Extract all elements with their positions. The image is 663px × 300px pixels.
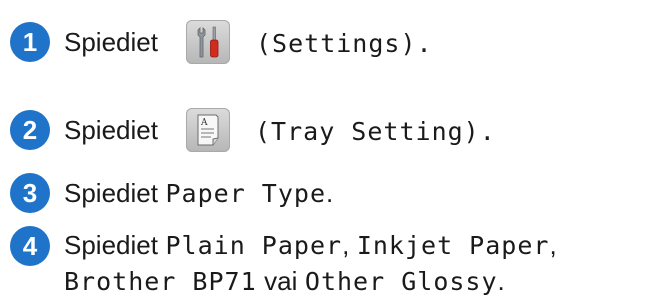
step-number-badge: 3 (10, 173, 50, 213)
option-inkjet-paper: Inkjet Paper (356, 231, 550, 260)
step-number-badge: 2 (10, 110, 50, 150)
option-brother-bp71: Brother BP71 (64, 267, 257, 296)
tray-setting-label: (Tray Setting). (255, 117, 496, 146)
punctuation: . (497, 266, 505, 296)
settings-button[interactable] (186, 20, 230, 64)
punctuation: , (342, 230, 350, 260)
step-text: Spiediet (64, 27, 158, 57)
step-text: Spiediet (64, 115, 158, 145)
settings-tools-icon (197, 26, 219, 58)
step-text-line-continued: Brother BP71 vai Other Glossy. (64, 264, 505, 299)
step-number-badge: 4 (10, 226, 50, 266)
option-paper-type: Paper Type (165, 179, 326, 208)
settings-label: (Settings). (256, 29, 433, 58)
conjunction: vai (264, 266, 298, 296)
punctuation: , (549, 230, 557, 260)
step-text: Spiediet (64, 230, 158, 260)
tray-setting-button[interactable]: A (186, 108, 230, 152)
option-plain-paper: Plain Paper (165, 231, 343, 260)
tray-setting-icon: A (197, 114, 219, 146)
step-number-badge: 1 (10, 22, 50, 62)
svg-text:A: A (200, 118, 208, 128)
step-text-line: Spiediet Paper Type. (64, 176, 333, 211)
step-text-line: Spiediet Plain Paper, Inkjet Paper, (64, 228, 557, 263)
step-text: Spiediet (64, 178, 158, 208)
option-other-glossy: Other Glossy (304, 267, 498, 296)
punctuation: . (326, 178, 334, 208)
